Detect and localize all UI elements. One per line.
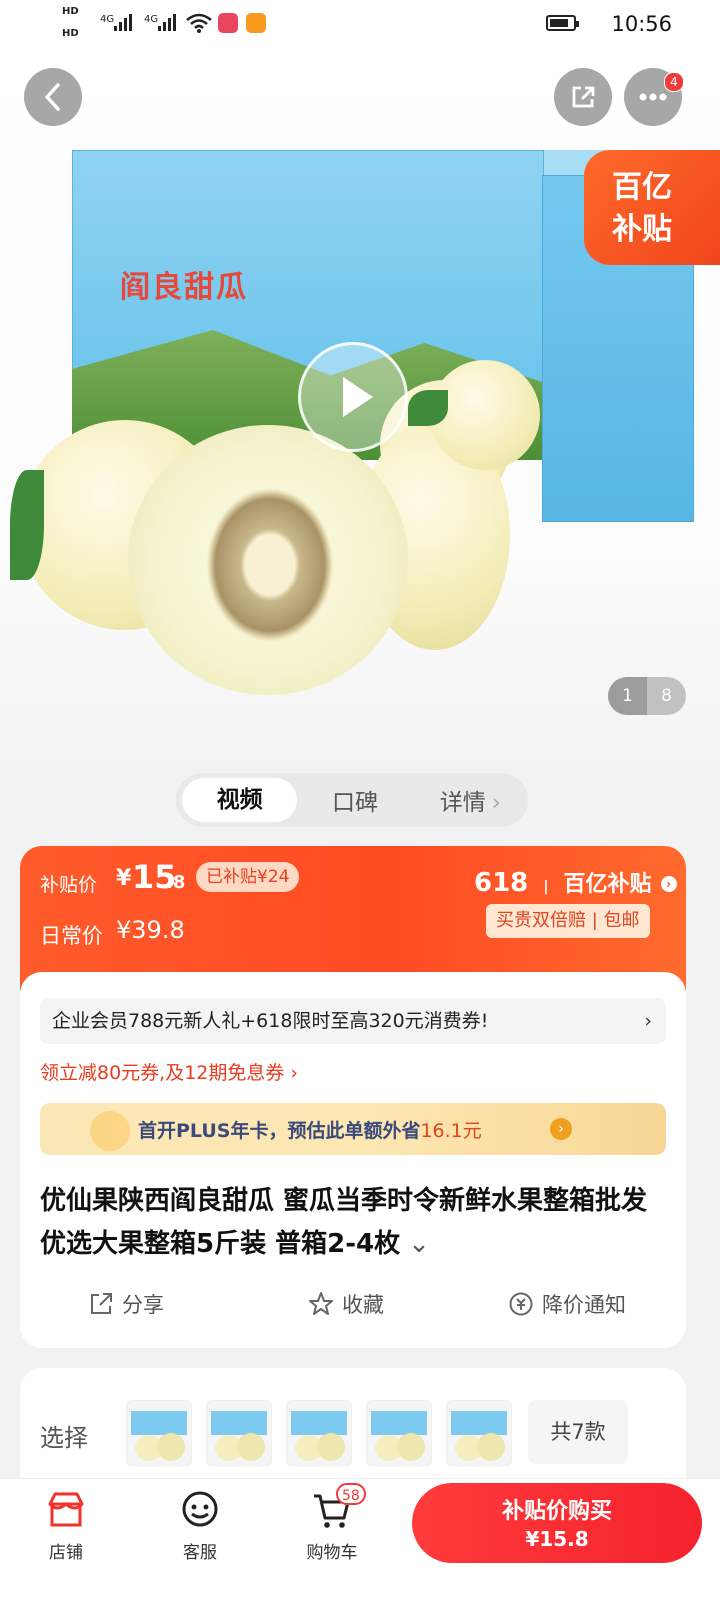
chevron-left-icon xyxy=(45,83,60,111)
enterprise-promo-bar[interactable]: 企业会员788元新人礼+618限时至高320元消费券! › xyxy=(40,998,666,1044)
variant-thumbnail[interactable] xyxy=(206,1400,272,1466)
price-alert-label: 降价通知 xyxy=(542,1293,626,1317)
subsidy-amount-tag: 已补贴¥24 xyxy=(196,862,300,892)
moon-decoration-icon xyxy=(90,1111,130,1151)
store-button[interactable]: 店铺 xyxy=(26,1490,106,1563)
variant-thumbnail[interactable] xyxy=(366,1400,432,1466)
favorite-action[interactable]: 收藏 xyxy=(308,1280,384,1328)
product-title[interactable]: 优仙果陕西阎良甜瓜 蜜瓜当季时令新鲜水果整箱批发 优选大果整箱5斤装 普箱2-4… xyxy=(40,1180,664,1266)
back-button[interactable] xyxy=(24,68,82,126)
buy-button-label: 补贴价购买 xyxy=(501,1499,612,1524)
plus-saving-amount: 16.1元 xyxy=(420,1120,482,1142)
chevron-right-icon: › xyxy=(660,875,677,892)
melon-image xyxy=(430,360,540,470)
regular-price-label: 日常价 xyxy=(40,924,103,948)
promo-subsidy-logo: 百亿补贴 xyxy=(563,872,652,897)
chevron-right-icon: › xyxy=(550,1118,572,1140)
favorite-label: 收藏 xyxy=(342,1293,384,1317)
share-icon xyxy=(91,1293,112,1314)
variant-count-button[interactable]: 共7款 xyxy=(528,1400,628,1464)
cart-count-badge: 58 xyxy=(336,1483,366,1505)
status-bar: HD HD 4G 4G 10:56 xyxy=(0,0,720,50)
leaf-decoration xyxy=(408,390,448,426)
network-type: 4G xyxy=(100,14,115,25)
price-alert-action[interactable]: 降价通知 xyxy=(508,1280,626,1328)
melon-seeds xyxy=(200,480,340,650)
variant-thumbnail[interactable] xyxy=(286,1400,352,1466)
tab-video[interactable]: 视频 xyxy=(182,778,298,822)
guarantee-badge: 买贵双倍赔 | 包邮 xyxy=(486,904,650,938)
more-icon xyxy=(639,93,667,101)
signal-icon xyxy=(158,13,176,31)
subsidy-price-label: 补贴价 xyxy=(40,874,98,896)
tab-reviews[interactable]: 口碑 xyxy=(297,783,412,817)
buy-button-price: ¥15.8 xyxy=(525,1527,589,1551)
currency-symbol: ¥ xyxy=(116,866,132,891)
product-title-text: 优仙果陕西阎良甜瓜 蜜瓜当季时令新鲜水果整箱批发 优选大果整箱5斤装 普箱2-4… xyxy=(40,1186,648,1259)
image-pager: 1 8 xyxy=(608,677,686,715)
pager-current: 1 xyxy=(608,677,647,715)
customer-service-button[interactable]: 客服 xyxy=(160,1490,240,1563)
network-type: 4G xyxy=(144,14,159,25)
subsidy-corner-line1: 百亿 xyxy=(612,170,672,205)
promo-618-logo[interactable]: 618 | 百亿补贴 › xyxy=(474,866,677,898)
subsidy-price-decimal: .8 xyxy=(166,872,186,893)
store-label: 店铺 xyxy=(49,1543,83,1563)
share-button[interactable] xyxy=(554,68,612,126)
play-video-button[interactable] xyxy=(298,342,408,452)
more-badge: 4 xyxy=(664,72,684,92)
battery-icon xyxy=(546,15,579,31)
subsidy-corner-line2: 补贴 xyxy=(612,212,672,247)
tab-details-label: 详情 xyxy=(439,790,486,816)
chevron-down-icon: ⌄ xyxy=(408,1229,430,1259)
coupon-link[interactable]: 领立减80元券,及12期免息券 › xyxy=(40,1058,298,1085)
action-row: 分享 收藏 降价通知 xyxy=(20,1280,686,1328)
customer-service-label: 客服 xyxy=(183,1543,217,1563)
hd-indicator: HD xyxy=(62,6,79,17)
clock: 10:56 xyxy=(611,12,672,36)
content-tabs: 视频 口碑 详情 › xyxy=(176,773,528,827)
hd-indicator: HD xyxy=(62,28,79,39)
variant-thumbnail[interactable] xyxy=(126,1400,192,1466)
wifi-icon xyxy=(186,13,212,33)
share-icon xyxy=(572,86,595,108)
share-label: 分享 xyxy=(122,1293,164,1317)
store-icon xyxy=(48,1492,84,1527)
variant-thumbnail[interactable] xyxy=(446,1400,512,1466)
leaf-decoration xyxy=(10,470,44,580)
pager-total: 8 xyxy=(661,686,672,706)
price-drop-icon xyxy=(509,1292,533,1316)
selection-label: 选择 xyxy=(40,1424,88,1452)
enterprise-promo-text: 企业会员788元新人礼+618限时至高320元消费券! xyxy=(52,1010,489,1032)
buy-now-button[interactable]: 补贴价购买 ¥15.8 xyxy=(412,1483,702,1563)
share-action[interactable]: 分享 xyxy=(88,1280,164,1328)
plus-membership-banner[interactable]: 首开PLUS年卡，预估此单额外省16.1元 › xyxy=(40,1103,666,1155)
regular-price: ¥39.8 xyxy=(116,916,185,944)
subsidy-corner-badge: 百亿 补贴 xyxy=(584,150,720,265)
cart-label: 购物车 xyxy=(306,1543,358,1563)
chat-icon xyxy=(182,1491,218,1527)
app-notification-icon xyxy=(218,13,238,33)
chevron-right-icon: › xyxy=(491,790,501,816)
plus-banner-text: 首开PLUS年卡，预估此单额外省 xyxy=(138,1120,421,1142)
tab-details[interactable]: 详情 › xyxy=(413,783,528,817)
star-icon xyxy=(309,1292,333,1315)
promo-618: 618 xyxy=(474,868,529,898)
video-app-icon xyxy=(246,13,266,33)
chevron-right-icon: › xyxy=(644,1010,652,1032)
signal-icon xyxy=(114,13,132,31)
box-brand-text: 阎良甜瓜 xyxy=(120,270,248,305)
